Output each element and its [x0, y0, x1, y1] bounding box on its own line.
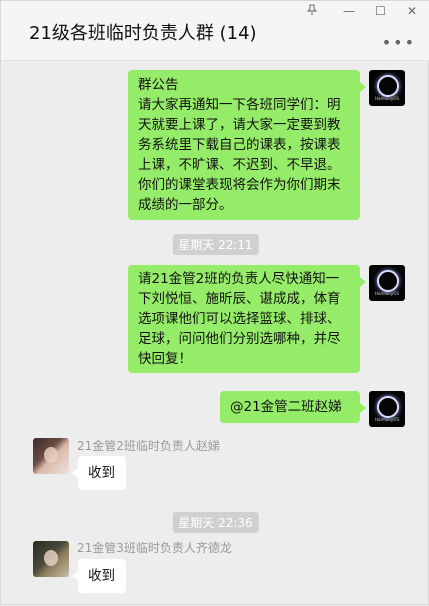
sender-name: 21金管3班临时负责人齐德龙 — [77, 541, 232, 555]
avatar-label: HarmonyOS — [375, 417, 399, 422]
message-line: 成绩的一部分。 — [138, 197, 233, 213]
message-bubble-announcement[interactable]: 群公告 请大家再通知一下各班同学们：明 天就要上课了，请大家一定要到教 务系统里… — [128, 70, 366, 220]
avatar[interactable]: HarmonyOS — [369, 391, 405, 427]
message-line: 务系统里下载自己的课表，按课表 — [138, 137, 341, 153]
avatar-label: HarmonyOS — [375, 291, 399, 296]
chat-window: 21级各班临时负责人群 (14) — ☐ ✕ ••• 群公告 请大家再通知一下各… — [0, 0, 429, 605]
avatar-face — [44, 447, 58, 463]
message-line: 请21金管2班的负责人尽快通知一 — [138, 271, 340, 287]
more-icon[interactable]: ••• — [382, 33, 416, 52]
avatar[interactable] — [33, 438, 69, 474]
pin-icon[interactable] — [306, 4, 318, 19]
harmony-logo-icon — [377, 396, 399, 418]
message-bubble[interactable]: 收到 — [72, 456, 126, 490]
message-line: 选项课他们可以选择篮球、排球、 — [138, 311, 341, 327]
close-icon[interactable]: ✕ — [407, 4, 417, 18]
message-line: 请大家再通知一下各班同学们：明 — [138, 97, 341, 113]
timestamp: 星期天 22:36 — [172, 512, 259, 533]
minimize-icon[interactable]: — — [343, 4, 355, 18]
timestamp: 星期天 22:11 — [172, 234, 259, 255]
message-line: 群公告 — [138, 77, 179, 93]
message-line: 快回复！ — [138, 351, 192, 367]
message-line: 下刘悦恒、施昕辰、谌成成，体育 — [138, 291, 341, 307]
sender-name: 21金管2班临时负责人赵娣 — [77, 439, 220, 453]
message-line: 上课，不旷课、不迟到、不早退。 — [138, 157, 341, 173]
avatar[interactable]: HarmonyOS — [369, 265, 405, 301]
avatar[interactable]: HarmonyOS — [369, 70, 405, 106]
title-bar: 21级各班临时负责人群 (14) — ☐ ✕ ••• — [1, 1, 429, 61]
message-list[interactable]: 群公告 请大家再通知一下各班同学们：明 天就要上课了，请大家一定要到教 务系统里… — [1, 61, 429, 606]
harmony-logo-icon — [377, 270, 399, 292]
maximize-icon[interactable]: ☐ — [375, 4, 386, 18]
message-bubble[interactable]: 请21金管2班的负责人尽快通知一 下刘悦恒、施昕辰、谌成成，体育 选项课他们可以… — [128, 265, 366, 373]
group-title: 21级各班临时负责人群 (14) — [29, 23, 257, 44]
avatar-face — [44, 550, 58, 566]
message-line: 天就要上课了，请大家一定要到教 — [138, 117, 341, 133]
message-bubble-mention[interactable]: @21金管二班赵娣 — [220, 391, 366, 423]
message-line: 足球，问问他们分别选哪种，并尽 — [138, 331, 341, 347]
harmony-logo-icon — [377, 75, 399, 97]
message-line: 你们的课堂表现将会作为你们期末 — [138, 177, 341, 193]
avatar-label: HarmonyOS — [375, 96, 399, 101]
avatar[interactable] — [33, 541, 69, 577]
message-bubble[interactable]: 收到 — [72, 559, 126, 593]
